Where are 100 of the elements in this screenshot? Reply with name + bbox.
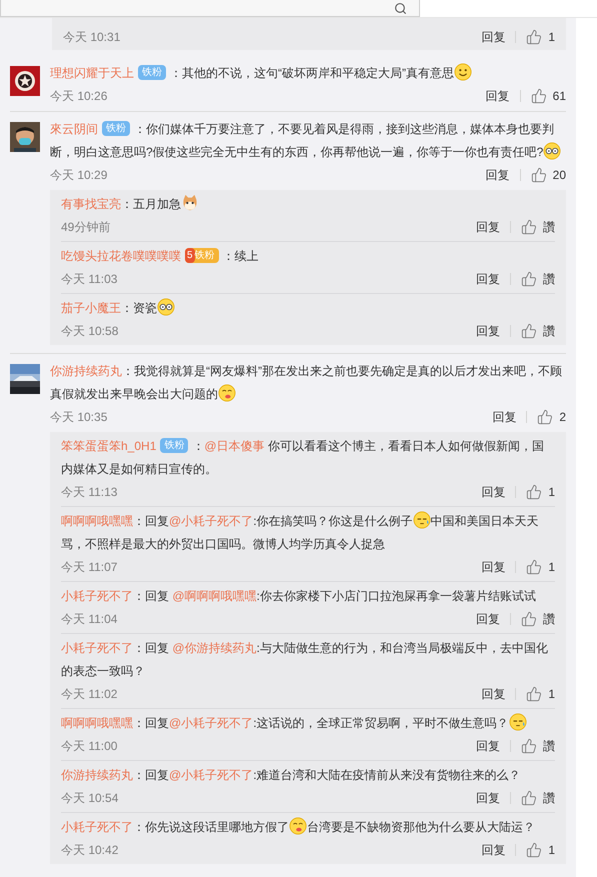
user-name[interactable]: 吃馒头拉花卷噗噗噗噗	[61, 249, 181, 263]
like-icon[interactable]	[530, 167, 547, 183]
reply-link[interactable]: 回复	[481, 685, 506, 703]
like-count: 1	[548, 686, 555, 703]
like-icon[interactable]	[521, 271, 537, 287]
comment-text: 有事找宝亮：五月加急	[61, 193, 555, 216]
like-icon[interactable]	[530, 88, 547, 104]
comment-text: 你游持续药丸：回复@小耗子死不了:难道台湾和大陆在疫情前从来没有货物往来的么？	[61, 767, 522, 784]
like-count: 讚	[543, 271, 555, 288]
like-count: 1	[548, 484, 555, 501]
like-count: 1	[548, 559, 555, 576]
timestamp: 49分钟前	[61, 219, 110, 236]
like-count: 讚	[543, 790, 555, 807]
search-icon[interactable]	[394, 2, 407, 15]
user-name[interactable]: 小耗子死不了	[61, 589, 133, 603]
glasses-face-icon	[157, 298, 175, 316]
like-count: 1	[548, 842, 555, 859]
comment-text: 你游持续药丸：我觉得就算是“网友爆料”那在发出来之前也要先确定是真的以后才发出来吧，不顾真假就发出来早晚会出大问题的	[50, 363, 563, 404]
comment-text: 理想闪耀于天上 铁粉 ：其他的不说，这句“破坏两岸和平稳定大局”真有意思	[50, 62, 566, 85]
like-icon[interactable]	[521, 611, 537, 627]
mention-link[interactable]: @日本傻事	[204, 439, 265, 453]
like-icon[interactable]	[526, 29, 542, 45]
reply-link[interactable]: 回复	[476, 218, 500, 236]
like-icon[interactable]	[526, 559, 542, 575]
like-count: 20	[552, 167, 566, 184]
timestamp: 今天 10:29	[50, 167, 108, 184]
like-icon[interactable]	[521, 323, 537, 339]
avatar-icon[interactable]	[10, 66, 40, 96]
smiley-icon	[454, 62, 472, 81]
user-name[interactable]: 茄子小魔王	[61, 301, 121, 315]
timestamp: 今天 11:00	[61, 738, 118, 755]
mention-link[interactable]: @啊啊啊哦嘿嘿	[172, 589, 257, 603]
user-name[interactable]: 你游持续药丸	[61, 768, 133, 782]
fan-badge: 5 铁粉	[185, 248, 219, 264]
comment-text: 來云阴间 铁粉 ：你们媒体千万要注意了，不要见着风是得雨，接到这些消息，媒体本身也要判断，明白这意思吗?假使这些完全无中生有的东西，你再帮他说一遍，你等于一你也有责任吧?	[50, 118, 566, 164]
timestamp: 今天 10:26	[50, 88, 108, 105]
timestamp: 今天 10:42	[61, 842, 118, 859]
reply-link[interactable]: 回复	[476, 737, 500, 755]
user-name[interactable]: 小耗子死不了	[61, 641, 133, 655]
like-icon[interactable]	[526, 686, 542, 702]
like-icon[interactable]	[521, 790, 537, 806]
reply-link[interactable]: 回复	[486, 166, 510, 184]
user-name[interactable]: 你游持续药丸	[50, 364, 122, 378]
mention-link[interactable]: @小耗子死不了	[169, 768, 254, 782]
like-count: 1	[548, 29, 555, 46]
user-name[interactable]: 有事找宝亮	[61, 197, 121, 211]
timestamp: 今天 10:58	[61, 323, 118, 340]
fan-badge: 铁粉	[102, 121, 130, 136]
user-name[interactable]: 笨笨蛋蛋笨h_0H1	[61, 439, 156, 453]
timestamp: 今天 11:13	[61, 484, 118, 501]
user-name[interactable]: 啊啊啊哦嘿嘿	[61, 716, 133, 730]
user-name[interactable]: 啊啊啊哦嘿嘿	[61, 514, 133, 528]
timestamp: 今天 10:54	[61, 790, 118, 807]
like-icon[interactable]	[526, 842, 542, 858]
sweat-face-icon	[508, 712, 527, 731]
timestamp: 今天 11:02	[61, 686, 118, 703]
user-name[interactable]: 小耗子死不了	[61, 820, 133, 834]
comment-text: 小耗子死不了：回复 @你游持续药丸:与大陆做生意的行为，和台湾当局极端反中，去中国化的表态一致吗？	[61, 640, 549, 680]
fan-badge: 铁粉	[160, 438, 188, 454]
comment-text: 啊啊啊哦嘿嘿：回复@小耗子死不了:你在搞笑吗？你这是什么例子 中国和美国日本天天骂，不照样是最大的外贸出口国吗。微博人均学历真令人捉急	[61, 510, 555, 556]
reply-link[interactable]: 回复	[481, 483, 506, 501]
like-count: 讚	[543, 219, 555, 236]
reply-link[interactable]: 回复	[481, 841, 506, 859]
reply-link[interactable]: 回复	[476, 270, 500, 288]
timestamp: 今天 11:03	[61, 271, 118, 288]
reply-link[interactable]: 回复	[481, 558, 506, 576]
reply-link[interactable]: 回复	[481, 28, 506, 46]
like-count: 2	[559, 409, 566, 426]
like-icon[interactable]	[521, 738, 537, 754]
reply-link[interactable]: 回复	[492, 408, 516, 426]
avatar-icon[interactable]	[10, 122, 40, 152]
reply-link[interactable]: 回复	[476, 322, 500, 340]
user-name[interactable]: 理想闪耀于天上	[50, 66, 134, 80]
comment-text: 吃馒头拉花卷噗噗噗噗 5 铁粉 ：续上	[61, 247, 260, 266]
reply-link[interactable]: 回复	[476, 610, 500, 628]
comment-text: 小耗子死不了：回复 @啊啊啊哦嘿嘿:你去你家楼下小店门口拉泡屎再拿一袋薯片结账试试	[61, 588, 537, 605]
mention-link[interactable]: @小耗子死不了	[169, 514, 254, 528]
comment-text: 小耗子死不了：你先说这段话里哪地方假了 台湾要是不缺物资那他为什么要从大陆运？	[61, 816, 555, 839]
drooling-face-icon	[218, 384, 236, 402]
timestamp: 今天 10:35	[50, 409, 108, 426]
user-name[interactable]: 來云阴间	[50, 122, 98, 136]
mention-link[interactable]: @小耗子死不了	[169, 716, 254, 730]
drooling-face-icon	[289, 816, 307, 835]
like-count: 讚	[543, 611, 555, 628]
comment-text: 茄子小魔王：资瓷	[61, 297, 555, 320]
like-icon[interactable]	[537, 409, 554, 425]
mention-link[interactable]: @你游持续药丸	[172, 641, 257, 655]
timestamp: 今天 11:07	[61, 559, 118, 576]
timestamp: 今天 10:31	[63, 29, 120, 46]
cat-face-icon	[181, 194, 199, 212]
reply-link[interactable]: 回复	[476, 789, 500, 807]
like-count: 讚	[543, 738, 555, 755]
comment-text: 啊啊啊哦嘿嘿：回复@小耗子死不了:这话说的，全球正常贸易啊，平时不做生意吗？	[61, 712, 555, 735]
sweat-face-icon	[412, 510, 431, 529]
timestamp: 今天 11:04	[61, 611, 118, 628]
glasses-face-icon	[543, 142, 562, 160]
reply-link[interactable]: 回复	[486, 87, 510, 105]
like-icon[interactable]	[526, 484, 542, 500]
like-icon[interactable]	[521, 219, 537, 235]
like-count: 讚	[543, 323, 555, 340]
